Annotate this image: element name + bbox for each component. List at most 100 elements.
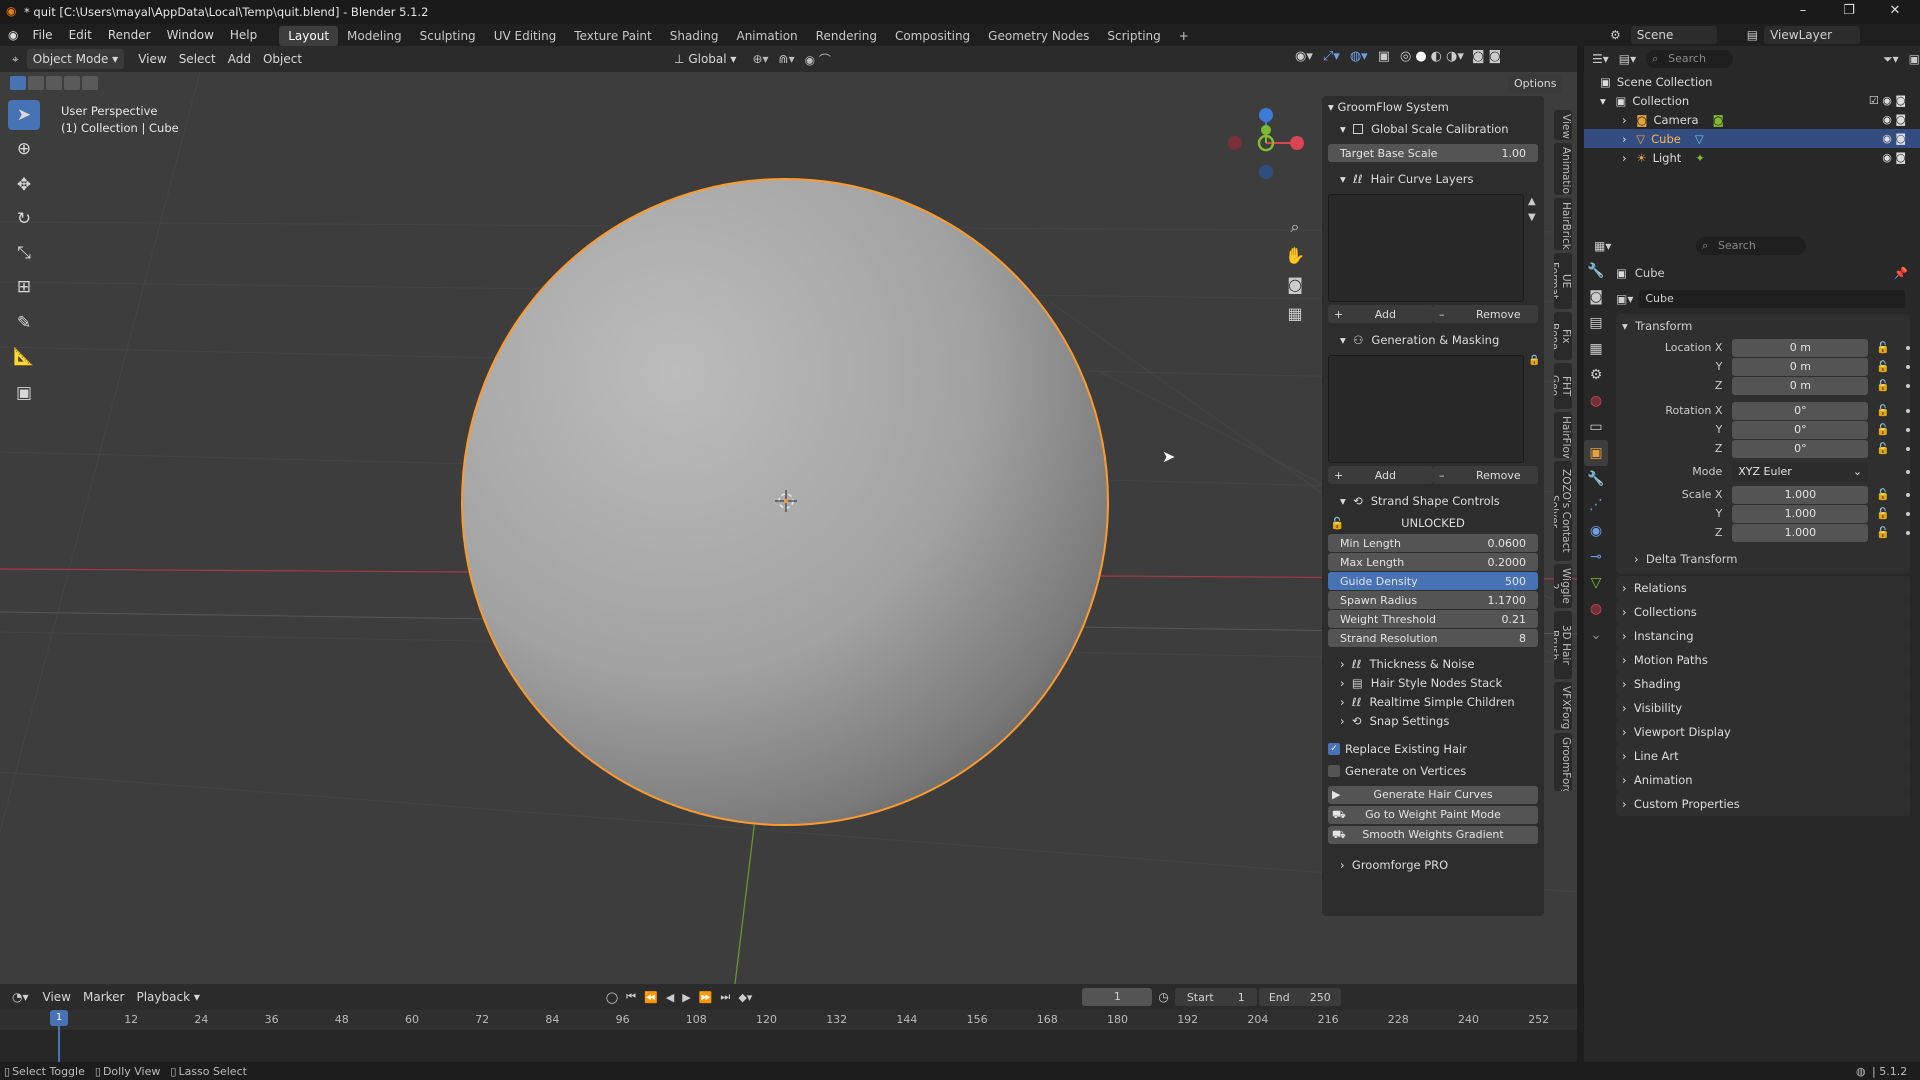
workspace-tab-geometry-nodes[interactable]: Geometry Nodes [979,26,1098,46]
remove-layer-button[interactable]: – Remove [1433,305,1538,323]
section-relations[interactable]: › Relations [1616,576,1910,600]
menu-select[interactable]: Select [173,49,222,69]
pin-icon[interactable]: 📌 [1894,266,1908,280]
physics-tab-icon[interactable]: ◉ [1584,518,1608,544]
global-scale-section[interactable]: ▾ Global Scale Calibration [1322,118,1544,140]
location-x-field[interactable]: 0 m [1732,338,1869,357]
unlocked-status[interactable]: 🔓 UNLOCKED [1322,512,1544,534]
rotate-tool-icon[interactable]: ↻ [8,204,40,234]
location-z-field[interactable]: 0 m [1732,376,1869,395]
workspace-tab-animation[interactable]: Animation [727,26,806,46]
workspace-tab-compositing[interactable]: Compositing [886,26,979,46]
transform-header[interactable]: ▾ Transform [1616,314,1910,338]
location-y-field[interactable]: 0 m [1732,357,1869,376]
timeline-menu-view[interactable]: View [37,987,77,1007]
editor-type-icon[interactable]: ⌖ [12,52,19,67]
section-line-art[interactable]: › Line Art [1616,744,1910,768]
sidebar-tab-vfxforge[interactable]: VFXForge [1554,682,1572,730]
object-name-field[interactable]: Cube [1639,290,1906,308]
record-icon[interactable]: ◯ [606,991,618,1004]
menu-edit[interactable]: Edit [61,24,100,46]
viewlayer-selector[interactable]: ViewLayer [1764,26,1861,44]
menu-view[interactable]: View [132,49,172,69]
tool-tab-icon[interactable]: 🔧 [1584,258,1608,284]
remove-mask-button[interactable]: – Remove [1433,466,1538,484]
new-collection-icon[interactable]: ▣ [1909,52,1920,66]
properties-search-input[interactable]: ⌕ Search [1696,237,1806,255]
hair-style-nodes-section[interactable]: › ▤ Hair Style Nodes Stack [1322,673,1544,692]
shading-rendered-icon[interactable]: ◑▾ [1446,49,1464,64]
snap-settings-section[interactable]: › ⟲ Snap Settings [1322,711,1544,730]
section-visibility[interactable]: › Visibility [1616,696,1910,720]
jump-key-back-icon[interactable]: ⏪ [644,991,658,1004]
section-shading[interactable]: › Shading [1616,672,1910,696]
strand-field-min-length[interactable]: Min Length 0.0600 [1328,534,1538,552]
visibility-icon[interactable]: ◉▾ [1295,49,1313,64]
minimize-button[interactable]: – [1780,0,1826,24]
snap-icon[interactable]: ⋒▾ [779,52,795,66]
menu-render[interactable]: Render [100,24,159,46]
blender-menu-icon[interactable]: ◉ [8,28,18,42]
display-mode-icon[interactable]: ▤▾ [1619,52,1636,66]
workspace-tab-modeling[interactable]: Modeling [338,26,411,46]
shading-solid-icon[interactable]: ● [1415,49,1426,64]
menu-object[interactable]: Object [257,49,308,69]
sidebar-tab-hairflow[interactable]: HairFlow [1554,412,1572,458]
mask-lock-icon[interactable]: 🔒 [1528,355,1544,366]
replace-existing-checkbox[interactable]: ✓ Replace Existing Hair [1322,738,1544,760]
material-tab-icon[interactable]: ◍ [1584,596,1608,622]
strand-shape-section[interactable]: ▾ ⟲ Strand Shape Controls [1322,490,1544,512]
workspace-tab-shading[interactable]: Shading [661,26,728,46]
jump-end-icon[interactable]: ⏭ [720,990,730,1004]
list-move-arrows-icon[interactable]: ▲ ▼ [1528,194,1544,226]
add-cube-tool-icon[interactable]: ▣ [8,378,40,408]
section-instancing[interactable]: › Instancing [1616,624,1910,648]
start-frame-field[interactable]: Start 1 [1174,988,1257,1006]
target-base-scale-field[interactable]: Target Base Scale 1.00 [1328,144,1538,162]
zoom-icon[interactable]: ⌕ [1283,212,1307,241]
strand-field-max-length[interactable]: Max Length 0.2000 [1328,553,1538,571]
select-box-tool-icon[interactable]: ➤ [8,100,40,130]
select-extend-icon[interactable] [28,76,44,90]
scene-collection-row[interactable]: ▣ Scene Collection [1584,72,1920,91]
frame-ruler[interactable]: 1 12 24 36 48 60 72 84 96 108 120 132 144 156 168 180 19… [0,1010,1577,1030]
collection-row[interactable]: ▾ ▣ Collection ☑ ◉ ◙ [1584,91,1920,110]
menu-file[interactable]: File [24,24,60,46]
view-layer-tab-icon[interactable]: ▦ [1584,336,1608,362]
workspace-tab-sculpting[interactable]: Sculpting [411,26,485,46]
annotate-tool-icon[interactable]: ✎ [8,308,40,338]
sidebar-tab-zozo-s-contact-solver[interactable]: ZOZO's Contact Solver [1554,461,1572,561]
timeline-menu-marker[interactable]: Marker [77,987,130,1007]
collection-tab-icon[interactable]: ▭ [1584,414,1608,440]
move-tool-icon[interactable]: ✥ [8,170,40,200]
navigation-gizmo[interactable] [1228,108,1304,179]
hair-curve-layers-section[interactable]: ▾ ℓℓ Hair Curve Layers [1322,168,1544,190]
proportional-edit-icon[interactable]: ◉ ⌒ [805,51,831,68]
outliner-editor-icon[interactable]: ☰▾ [1592,52,1609,66]
scene-selector[interactable]: Scene [1630,26,1717,44]
world-tab-icon[interactable]: ◍ [1584,388,1608,414]
render-region-icon[interactable]: ◙ [1472,49,1485,64]
transform-tool-icon[interactable]: ⊞ [8,272,40,302]
stopwatch-icon[interactable]: ◷ [1158,990,1168,1004]
section-collections[interactable]: › Collections [1616,600,1910,624]
scale-z-field[interactable]: 1.000 [1732,523,1869,542]
options-button[interactable]: Options [1508,74,1563,94]
constraints-tab-icon[interactable]: ⊸ [1584,544,1608,570]
output-tab-icon[interactable]: ▤ [1584,310,1608,336]
measure-tool-icon[interactable]: 📐 [8,342,40,372]
realtime-children-section[interactable]: › ℓℓ Realtime Simple Children [1322,692,1544,711]
timeline-editor-icon[interactable]: ◔▾ [12,990,29,1004]
groomforge-pro-section[interactable]: › Groomforge PRO [1322,854,1544,876]
strand-field-strand-resolution[interactable]: Strand Resolution 8 [1328,629,1538,647]
playhead[interactable]: 1 [50,1010,68,1026]
overlay-icon[interactable]: ◍▾ [1350,49,1368,64]
smooth-weights-button[interactable]: ⛟ Smooth Weights Gradient [1328,826,1538,844]
section-custom-properties[interactable]: › Custom Properties [1616,792,1910,816]
texture-tab-icon[interactable]: ⌄ [1584,622,1608,648]
current-frame-field[interactable]: 1 [1082,988,1153,1006]
close-button[interactable]: ✕ [1872,0,1918,24]
section-viewport-display[interactable]: › Viewport Display [1616,720,1910,744]
sidebar-tab-fht-geo[interactable]: FHT Geo [1554,363,1572,409]
add-mask-button[interactable]: + Add [1328,466,1433,484]
